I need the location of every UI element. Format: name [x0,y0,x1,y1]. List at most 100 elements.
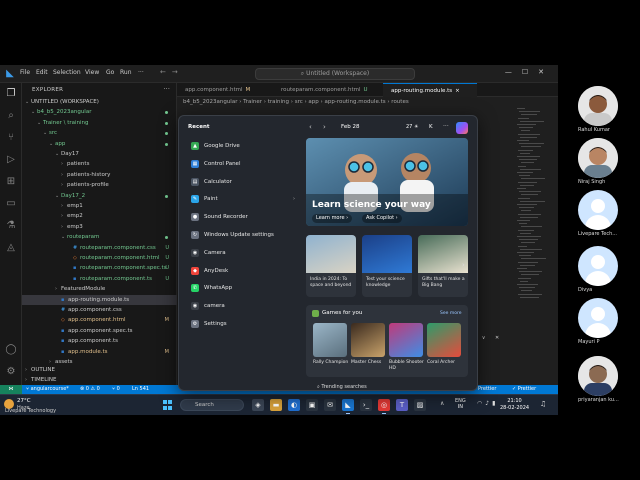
chevron-right-icon[interactable]: › [462,261,465,269]
trending-searches[interactable]: ⌕ Trending searches [317,384,367,390]
explorer-icon[interactable]: ❐ [4,87,18,101]
tray-overflow-icon[interactable]: ∧ [440,400,444,407]
close-icon[interactable]: × [455,88,460,94]
menu-run[interactable]: Run [120,69,132,76]
tree-item[interactable]: # routeparam.component.css U [22,243,177,253]
taskbar-search[interactable]: Search [180,399,244,411]
search-icon[interactable]: ⌕ [4,109,18,123]
tree-item[interactable]: ⌄ routeparam [22,232,177,242]
tree-item[interactable]: ▪ routeparam.component.spec.ts U [22,263,177,273]
tree-item[interactable]: ◇ routeparam.component.html U [22,253,177,263]
chevron-right-icon[interactable]: › [293,196,295,202]
nav-arrows-icon[interactable]: ←→ [160,68,184,76]
tree-item[interactable]: › emp3 [22,222,177,232]
game-name[interactable]: Bubble Shooter HD [389,360,429,371]
store-icon[interactable]: ▣ [306,399,318,411]
account-icon[interactable]: ◯ [4,343,18,357]
game-name[interactable]: Coral Archer [427,360,467,366]
tab-app-component-html[interactable]: app.component.html M [177,83,273,97]
gear-icon[interactable]: ⚙ [4,365,18,379]
chevron-left-icon[interactable]: ‹ [309,123,312,131]
tree-item[interactable]: ⌄ b4_b5_2023angular [22,107,177,117]
widgets-more-button[interactable]: ··· [443,123,449,130]
hero-card[interactable]: Learn science your way Learn more › Ask … [306,138,468,226]
tree-item[interactable]: › emp1 [22,201,177,211]
recent-app-item[interactable]: ◉ Camera [191,247,301,259]
testing-icon[interactable]: ⚗ [4,219,18,233]
wifi-volume-battery-icon[interactable]: ◠♪▮ [477,400,498,407]
recent-app-item[interactable]: ▤ Calculator [191,176,301,188]
status-line[interactable]: Ln 541 [132,385,149,394]
extensions-icon[interactable]: ⊞ [4,175,18,189]
tree-item[interactable]: › patients-profile [22,180,177,190]
see-more-link[interactable]: See more [440,311,461,316]
menu-edit[interactable]: Edit [36,69,48,76]
terminal-icon[interactable]: ›_ [360,399,372,411]
window-controls-icon[interactable]: —☐✕ [505,68,554,76]
file-explorer-icon[interactable]: ▬ [270,399,282,411]
game-tile[interactable] [351,323,385,357]
recent-app-item[interactable]: ● Sound Recorder [191,211,301,223]
source-control-icon[interactable]: ⑂ [4,131,18,145]
photos-icon[interactable]: ▨ [414,399,426,411]
command-center[interactable]: ⌕ Untitled (Workspace) [255,68,415,80]
game-name[interactable]: Master Chess [351,360,391,366]
minimap[interactable] [517,108,549,308]
menu-go[interactable]: Go [106,69,114,76]
news-card[interactable]: India in 2024: To space and beyond [306,235,356,297]
widgets-user-avatar[interactable]: K [429,124,433,130]
breadcrumb[interactable]: b4_b5_2023angular › Trainer › training ›… [177,97,558,108]
language-indicator[interactable]: ENG IN [455,398,466,410]
panel-controls-icon[interactable]: ⊞ ∨ ✕ [468,335,558,343]
tree-item[interactable]: ⌄ UNTITLED (WORKSPACE) [22,97,177,107]
game-tile[interactable] [313,323,347,357]
menu-selection[interactable]: Selection [53,69,81,76]
start-button[interactable] [163,400,173,410]
tray-clock[interactable]: 21:10 28-02-2024 [500,398,529,412]
tree-item[interactable]: › FeaturedModule [22,284,177,294]
angular-icon[interactable]: ◬ [4,241,18,255]
chrome-icon[interactable]: ◎ [378,399,390,414]
tree-item[interactable]: ⌄ app [22,139,177,149]
status-errors[interactable]: ⊗ 0 ⚠ 0 [80,385,100,394]
hero-title[interactable]: Learn science your way [312,200,431,210]
tree-item[interactable]: › emp2 [22,211,177,221]
notification-icon[interactable]: ♫ [540,400,546,408]
tree-item[interactable]: ▪ app.component.spec.ts [22,326,177,336]
outline-section[interactable]: › OUTLINE [22,365,177,375]
tree-item[interactable]: › patients-history [22,170,177,180]
status-ports[interactable]: ⑂ 0 [112,385,120,394]
git-branch[interactable]: ⑂ angularcourse* [26,385,69,394]
timeline-section[interactable]: › TIMELINE [22,375,177,385]
ask-copilot-button[interactable]: Ask Copilot › [362,214,402,223]
mail-icon[interactable]: ✉ [324,399,336,411]
recent-app-item[interactable]: ◉ camera [191,300,301,312]
explorer-more-button[interactable]: ··· [163,85,170,93]
status-prettier[interactable]: Prettier [478,385,496,394]
recent-app-item[interactable]: ✆ WhatsApp [191,282,301,294]
copilot-icon[interactable] [456,122,468,134]
copilot-app-icon[interactable]: ◈ [252,399,264,411]
tab-app-routing-module-ts[interactable]: app-routing.module.ts × [383,83,477,97]
status-prettier-check[interactable]: ✓ Prettier [512,385,536,394]
game-tile[interactable] [389,323,423,357]
teams-icon[interactable]: T [396,399,408,411]
tree-item[interactable]: ▪ app.component.ts [22,336,177,346]
menu-view[interactable]: View [85,69,99,76]
tab-routeparam-component-html[interactable]: routeparam.component.html U [273,83,383,97]
game-tile[interactable] [427,323,461,357]
recent-app-item[interactable]: ✎ Paint [191,193,301,205]
recent-app-item[interactable]: ↻ Windows Update settings [191,229,301,241]
chevron-right-icon[interactable]: › [323,123,326,131]
news-card[interactable]: Test your science knowledge [362,235,412,297]
learn-more-button[interactable]: Learn more › [312,214,353,223]
tree-item[interactable]: # app.component.css [22,305,177,315]
weather-temp[interactable]: 27°C [17,398,31,404]
vscode-taskbar-icon[interactable]: ◣ [342,399,354,414]
run-debug-icon[interactable]: ▷ [4,153,18,167]
tree-item[interactable]: ⌄ Trainer \ training [22,118,177,128]
news-card[interactable]: Gifts that'll make a Big Bang [418,235,468,297]
recent-app-item[interactable]: ▦ Control Panel [191,158,301,170]
tree-item[interactable]: ⌄ Day17_2 [22,191,177,201]
widgets-weather[interactable]: 27 ☀ [406,124,418,130]
